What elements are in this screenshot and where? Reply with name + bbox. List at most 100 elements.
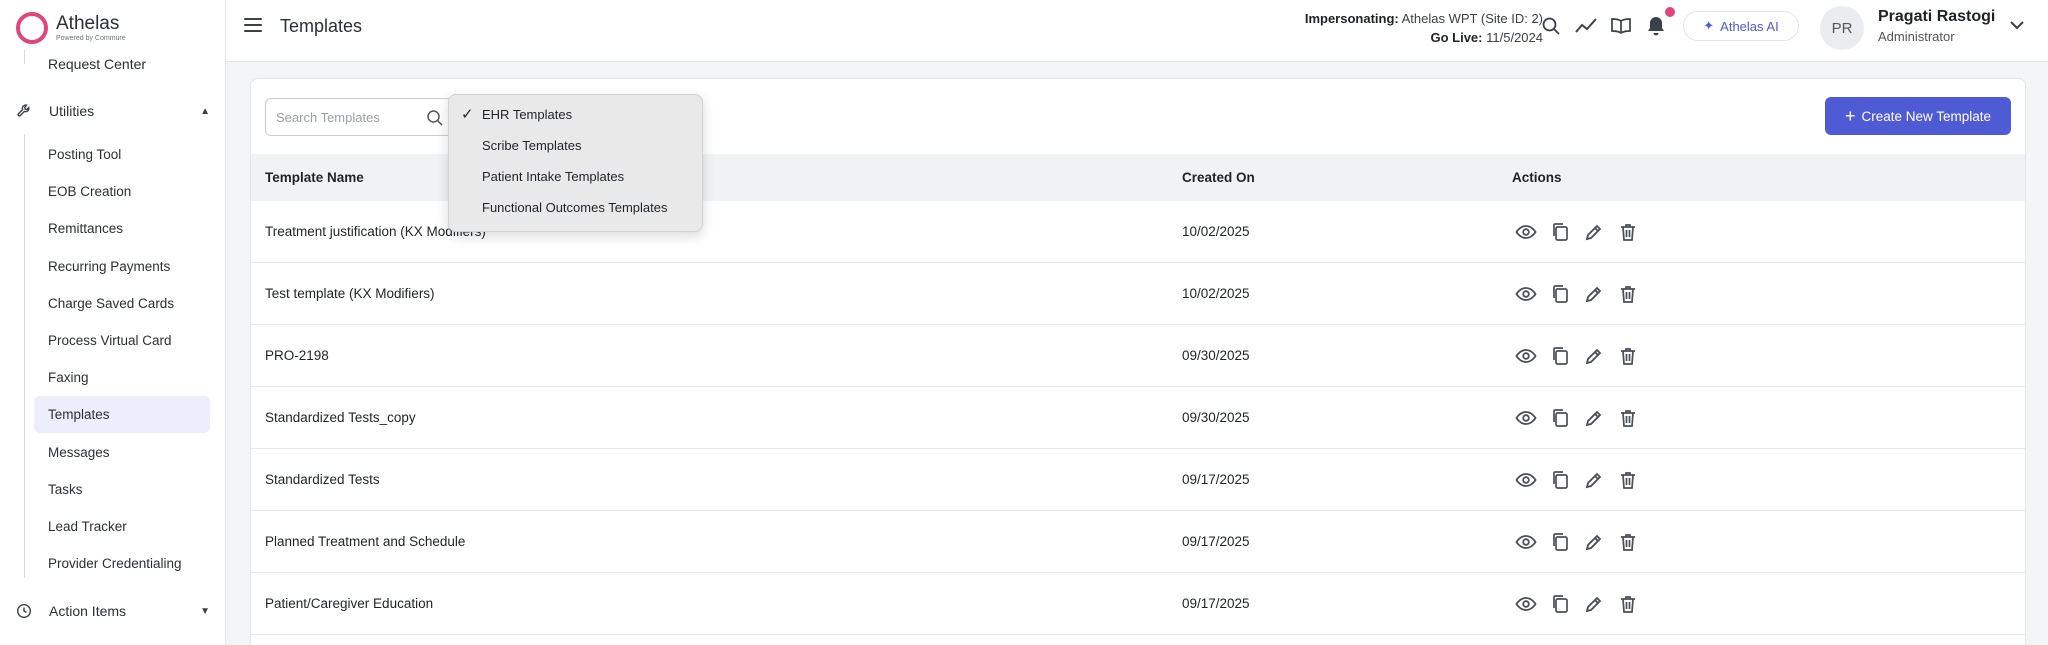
edit-pencil-icon[interactable] — [1582, 220, 1606, 244]
analytics-trend-icon[interactable] — [1575, 15, 1597, 37]
table-row[interactable]: Test template (KX Modifiers) 10/02/2025 — [251, 263, 2025, 325]
edit-pencil-icon[interactable] — [1582, 530, 1606, 554]
eye-icon[interactable] — [1514, 468, 1538, 492]
dropdown-option-label: Patient Intake Templates — [482, 168, 625, 184]
search-icon[interactable] — [1540, 15, 1562, 37]
caret-down-icon: ▼ — [200, 605, 210, 617]
sidebar-item-tasks[interactable]: Tasks — [34, 471, 210, 508]
sidebar-item-charge-saved-cards[interactable]: Charge Saved Cards — [34, 285, 210, 322]
trash-icon[interactable] — [1616, 406, 1640, 430]
copy-icon[interactable] — [1548, 282, 1572, 306]
edit-pencil-icon[interactable] — [1582, 282, 1606, 306]
template-name[interactable]: Planned Treatment and Schedule — [265, 534, 465, 549]
template-name[interactable]: Patient/Caregiver Education — [265, 596, 433, 611]
dropdown-option-scribe-templates[interactable]: Scribe Templates — [449, 132, 702, 158]
sparkle-icon: ✦ — [1703, 18, 1715, 33]
sidebar-item-remittances[interactable]: Remittances — [34, 210, 210, 247]
hamburger-menu-icon[interactable] — [244, 18, 262, 32]
wrench-icon — [16, 103, 32, 119]
sidebar-item-lead-tracker[interactable]: Lead Tracker — [34, 508, 210, 545]
sidebar-item-provider-credentialing[interactable]: Provider Credentialing — [34, 545, 210, 582]
dropdown-option-functional-outcomes-templates[interactable]: Functional Outcomes Templates — [449, 194, 702, 220]
sidebar-item-posting-tool[interactable]: Posting Tool — [34, 136, 210, 173]
trash-icon[interactable] — [1616, 530, 1640, 554]
search-input[interactable] — [266, 99, 416, 135]
eye-icon[interactable] — [1514, 282, 1538, 306]
created-on: 09/17/2025 — [1182, 534, 1250, 549]
edit-pencil-icon[interactable] — [1582, 406, 1606, 430]
table-row[interactable]: Standardized Tests 09/17/2025 — [251, 449, 2025, 511]
eye-icon[interactable] — [1514, 530, 1538, 554]
athelas-logo[interactable]: Athelas Powered by Commure — [16, 10, 126, 46]
create-new-template-button[interactable]: + Create New Template — [1825, 97, 2011, 135]
edit-pencil-icon[interactable] — [1582, 592, 1606, 616]
column-header-created[interactable]: Created On — [1182, 170, 1255, 185]
copy-icon[interactable] — [1548, 468, 1572, 492]
template-name[interactable]: Standardized Tests_copy — [265, 410, 416, 425]
impersonating-value: Athelas WPT (Site ID: 2) — [1401, 11, 1543, 26]
trash-icon[interactable] — [1616, 592, 1640, 616]
sidebar-item-templates[interactable]: Templates — [34, 396, 210, 433]
trash-icon[interactable] — [1616, 344, 1640, 368]
plus-icon: + — [1844, 106, 1856, 126]
eye-icon[interactable] — [1514, 220, 1538, 244]
create-label: Create New Template — [1861, 108, 1992, 124]
trash-icon[interactable] — [1616, 468, 1640, 492]
eye-icon[interactable] — [1514, 344, 1538, 368]
logo-ring-icon — [16, 12, 48, 44]
created-on: 09/30/2025 — [1182, 410, 1250, 425]
column-header-name[interactable]: Template Name — [265, 170, 364, 185]
row-actions — [1514, 530, 1640, 554]
dropdown-option-patient-intake-templates[interactable]: Patient Intake Templates — [449, 163, 702, 189]
row-actions — [1514, 406, 1640, 430]
impersonation-info: Impersonating: Athelas WPT (Site ID: 2) … — [1305, 9, 1543, 47]
avatar[interactable]: PR — [1820, 6, 1864, 50]
search-box — [265, 98, 453, 136]
search-icon[interactable] — [426, 109, 444, 127]
sidebar-section-action-items[interactable]: Action Items ▼ — [16, 599, 210, 623]
sidebar-item-request-center[interactable]: Request Center — [48, 56, 146, 72]
copy-icon[interactable] — [1548, 592, 1572, 616]
template-type-dropdown: ✓ EHR Templates Scribe Templates Patient In… — [448, 94, 703, 232]
template-name[interactable]: Standardized Tests — [265, 472, 380, 487]
chevron-down-icon[interactable] — [2006, 14, 2028, 36]
created-on: 09/30/2025 — [1182, 348, 1250, 363]
table-row[interactable]: PRO-2198 09/30/2025 — [251, 325, 2025, 387]
bell-icon[interactable] — [1645, 15, 1667, 37]
sidebar-item-process-virtual-card[interactable]: Process Virtual Card — [34, 322, 210, 359]
impersonating-label: Impersonating: — [1304, 11, 1399, 26]
dropdown-option-label: EHR Templates — [482, 106, 573, 122]
trash-icon[interactable] — [1616, 282, 1640, 306]
sidebar-section-utilities[interactable]: Utilities ▲ — [16, 99, 210, 123]
dropdown-option-label: Scribe Templates — [482, 137, 582, 153]
copy-icon[interactable] — [1548, 220, 1572, 244]
sidebar-item-messages[interactable]: Messages — [34, 434, 210, 471]
row-actions — [1514, 344, 1640, 368]
sidebar-item-faxing[interactable]: Faxing — [34, 359, 210, 396]
dropdown-option-ehr-templates[interactable]: ✓ EHR Templates — [449, 101, 702, 127]
table-row[interactable]: Standardized Tests_copy 09/30/2025 — [251, 387, 2025, 449]
trash-icon[interactable] — [1616, 220, 1640, 244]
copy-icon[interactable] — [1548, 406, 1572, 430]
athelas-ai-button[interactable]: ✦ Athelas AI — [1683, 11, 1799, 41]
sidebar-item-recurring-payments[interactable]: Recurring Payments — [34, 248, 210, 285]
caret-up-icon: ▲ — [200, 105, 210, 117]
row-actions — [1514, 468, 1640, 492]
template-name[interactable]: Test template (KX Modifiers) — [265, 286, 435, 301]
ai-label: Athelas AI — [1720, 18, 1779, 34]
eye-icon[interactable] — [1514, 406, 1538, 430]
user-name[interactable]: Pragati Rastogi — [1878, 8, 1995, 26]
template-name[interactable]: PRO-2198 — [265, 348, 329, 363]
table-row[interactable]: Planned Treatment and Schedule 09/17/2025 — [251, 511, 2025, 573]
copy-icon[interactable] — [1548, 530, 1572, 554]
table-row[interactable]: Patient/Caregiver Education 09/17/2025 — [251, 573, 2025, 635]
sidebar-item-eob-creation[interactable]: EOB Creation — [34, 173, 210, 210]
notification-dot — [1665, 7, 1675, 17]
edit-pencil-icon[interactable] — [1582, 344, 1606, 368]
row-actions — [1514, 282, 1640, 306]
book-icon[interactable] — [1610, 15, 1632, 37]
copy-icon[interactable] — [1548, 344, 1572, 368]
section-label: Action Items — [49, 603, 127, 619]
edit-pencil-icon[interactable] — [1582, 468, 1606, 492]
eye-icon[interactable] — [1514, 592, 1538, 616]
